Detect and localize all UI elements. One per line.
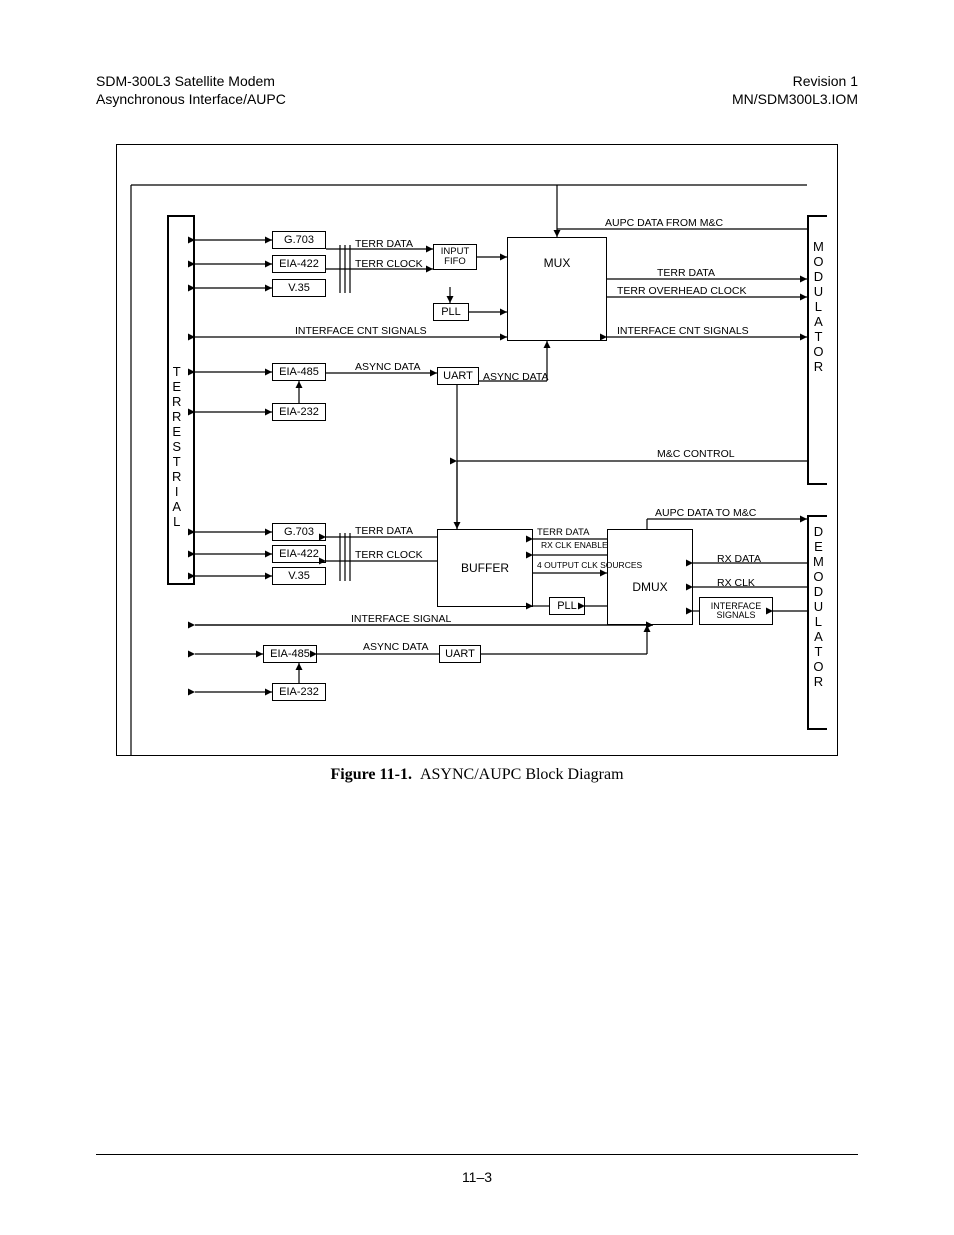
diagram-wires: ∙: [117, 145, 837, 755]
figure-title: ASYNC/AUPC Block Diagram: [420, 766, 624, 783]
header-right-line1: Revision 1: [793, 73, 858, 89]
header-right: Revision 1 MN/SDM300L3.IOM: [732, 72, 858, 108]
page-number: 11–3: [462, 1169, 492, 1185]
figure-frame: TERRESTRIAL MODULATOR DEMODULATOR G.703 …: [116, 144, 838, 756]
page: SDM-300L3 Satellite Modem Asynchronous I…: [0, 0, 954, 1235]
page-footer: 11–3: [0, 1169, 954, 1185]
header-left-line1: SDM-300L3 Satellite Modem: [96, 73, 275, 89]
header-right-line2: MN/SDM300L3.IOM: [732, 91, 858, 107]
page-header: SDM-300L3 Satellite Modem Asynchronous I…: [96, 72, 858, 108]
footer-rule: [96, 1154, 858, 1155]
figure-number: Figure 11-1.: [330, 766, 411, 783]
header-left: SDM-300L3 Satellite Modem Asynchronous I…: [96, 72, 286, 108]
header-left-line2: Asynchronous Interface/AUPC: [96, 91, 286, 107]
figure-caption: Figure 11-1. ASYNC/AUPC Block Diagram: [96, 766, 858, 784]
